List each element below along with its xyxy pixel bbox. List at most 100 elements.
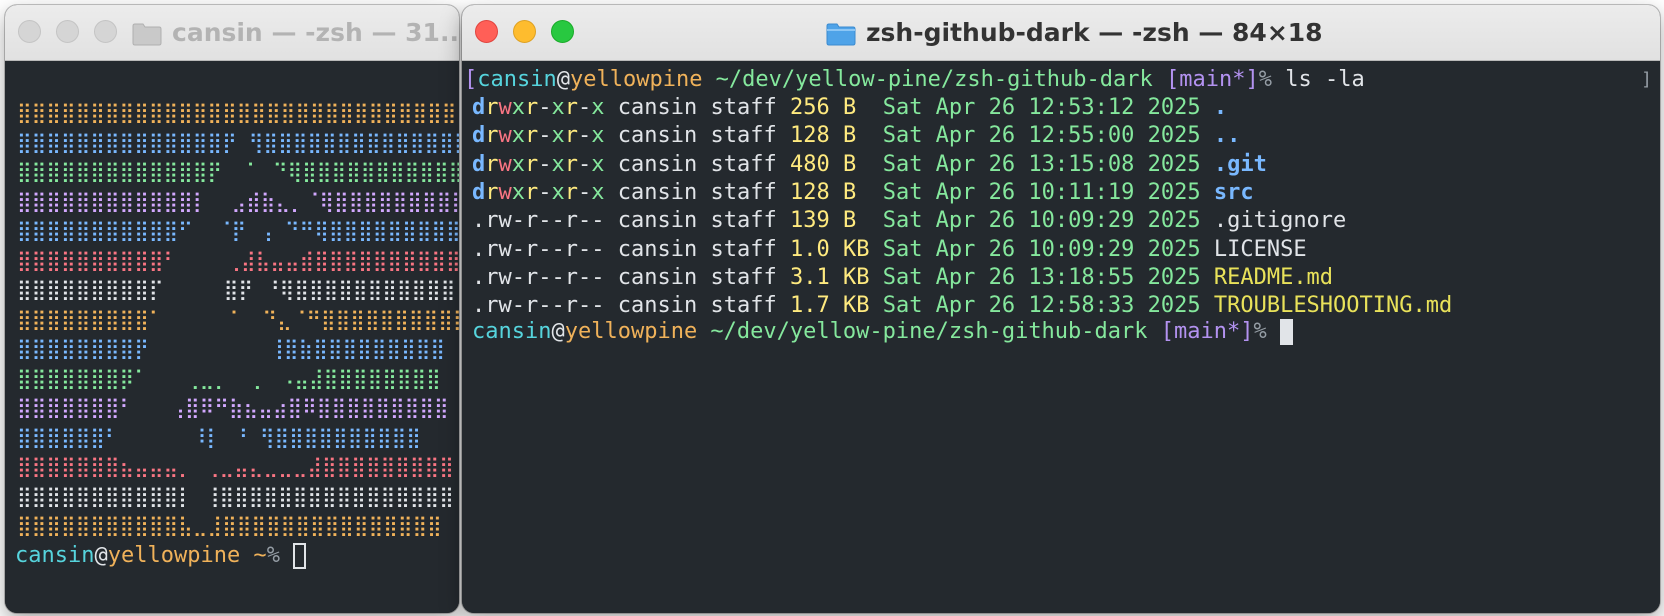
prompt-line: cansin@yellowpine ~/dev/yellow-pine/zsh-… (472, 317, 1293, 347)
ls-date: Sat Apr 26 10:09:29 2025 (882, 208, 1201, 234)
ascii-art-row: ⣿⣿⣿⣿⣿⣿⣿⣿⣿⣿⣿⣿⣿⣿⡟ ⢻⣿⣿⣿⣿⣿⣿⣿⣿⣿⣿⣿⣿⣿⣿⣿ (17, 129, 459, 154)
ls-perms: rw-r--r-- (485, 236, 605, 262)
window-title: cansin — -zsh — 31... (132, 5, 459, 60)
ls-date: Sat Apr 26 12:58:33 2025 (882, 293, 1201, 319)
terminal-content[interactable]: [cansin@yellowpine ~/dev/yellow-pine/zsh… (462, 61, 1660, 613)
ascii-art-row: ⣿⣿⣿⣿⣿⣿⣿⠃ ⢠⣿⠿⠛⣷⣦⣤⣴⣿⠿⣿⣿⣿⣿⣿⣿⣿⣿⣿ (17, 395, 449, 419)
prompt-git-status: [main*] (1160, 319, 1254, 344)
ascii-art-logo: ⣿⣿⣿⣿⣿⣿⣿⣿⣿⣿⣿⣿⣿⣿⣿⣿⣿⣿⣿⣿⣿⣿⣿⣿⣿⣿⣿⣿⣿⣿⣿⣿ ⣿⣿⣿⣿⣿⣿⣿⣿… (17, 98, 459, 541)
prompt-path: ~ (240, 543, 267, 568)
ascii-art-row: ⣿⣿⣿⣿⣿⣿⣿⣦⣤⣤⣤⡀ ⢀⣀⣤⣄⣀⣀⣀⣼⣿⣿⣿⣿⣿⣿⣿⣿⣿ (17, 454, 454, 478)
ls-size: 128 B (789, 179, 870, 205)
ls-row: drwxr-xr-x cansin staff 128 B Sat Apr 26… (472, 121, 1240, 151)
ls-date: Sat Apr 26 12:55:00 2025 (882, 123, 1201, 149)
folder-icon (826, 22, 856, 45)
left-titlebar[interactable]: cansin — -zsh — 31... (5, 5, 459, 61)
right-titlebar[interactable]: zsh-github-dark — -zsh — 84×18 (462, 5, 1660, 61)
ls-size: 480 B (789, 151, 870, 177)
ls-size: 1.0 KB (789, 236, 870, 262)
close-button[interactable] (18, 20, 41, 43)
close-button[interactable] (475, 20, 498, 43)
ls-group: staff (710, 208, 777, 234)
ls-perms: rwxr-xr-x (485, 151, 605, 177)
ls-name: README.md (1213, 264, 1334, 290)
ls-group: staff (710, 95, 777, 120)
ascii-art-row: ⣿⣿⣿⣿⣿⣿⣿⣿⣿⣿⣿⣿⣿⣿⣿⣿⣿⣿⣿⣿⣿⣿⣿⣿⣿⣿⣿⣿⣿⣿⣿⣿ (17, 100, 459, 124)
ls-date: Sat Apr 26 13:15:08 2025 (882, 151, 1201, 177)
ls-type: . (472, 208, 486, 234)
folder-icon (132, 22, 162, 45)
ls-date: Sat Apr 26 13:18:55 2025 (882, 264, 1201, 290)
ls-row: drwxr-xr-x cansin staff 128 B Sat Apr 26… (472, 178, 1254, 208)
prompt-host: yellowpine (569, 67, 703, 92)
ls-type: . (472, 264, 486, 290)
ascii-art-row: ⣿⣿⣿⣿⣿⣿⣿⣿⣿⠁ ⠈ ⠙⣄⠈⠛⣿⣿⣿⣿⣿⣿⣿⣿⣿⣿ (17, 306, 459, 331)
scroll-marker: ] (1641, 69, 1652, 90)
zoom-button[interactable] (551, 20, 574, 43)
ls-perms: rwxr-xr-x (485, 179, 605, 205)
ascii-art-row: ⣿⣿⣿⣿⣿⣿⣿⣿⣿⣿⣿⣧⣀⣸⣿⣿⣿⣿⣿⣿⣿⣿⣿⣿⣿⣿⣿⣿⣿ (17, 513, 442, 537)
ls-name: LICENSE (1213, 236, 1307, 262)
ascii-art-row: ⣿⣿⣿⣿⣿⣿⣿⣿⣿⣿⣿⣿⣿⡟ ⠁ ⠙⢿⣿⣿⣿⣿⣿⣿⣿⣿⣿⣿⣿⣿ (17, 159, 459, 183)
left-terminal-window[interactable]: cansin — -zsh — 31... ⣿⣿⣿⣿⣿⣿⣿⣿⣿⣿⣿⣿⣿⣿⣿⣿⣿⣿… (5, 5, 459, 613)
ls-row: drwxr-xr-x cansin staff 256 B Sat Apr 26… (472, 93, 1227, 123)
ascii-art-row: ⣿⣿⣿⣿⣿⣿⣿⡿⠁ ⢀⣀⡀ ⡀ ⠠⣤⣼⣿⣿⣿⣿⣿⣿⣿⣿ (17, 365, 441, 390)
ls-size: 128 B (789, 123, 870, 149)
ls-size: 256 B (789, 95, 870, 120)
ls-perms: rwxr-xr-x (485, 95, 605, 120)
ls-size: 1.7 KB (789, 293, 870, 319)
ascii-art-row: ⣿⣿⣿⣿⣿⣿⣿⣿⣿⣿⣿⠋ ⠈⡟ ⢠ ⠙⠛⢿⣿⣿⣿⣿⣿⣿⣿⣿⣿⣿ (17, 218, 459, 242)
prompt-symbol: % (1258, 67, 1286, 92)
ls-group: staff (710, 123, 777, 149)
minimize-button[interactable] (513, 20, 536, 43)
ls-size: 139 B (789, 208, 870, 234)
command-line: [cansin@yellowpine ~/dev/yellow-pine/zsh… (464, 65, 1365, 95)
prompt-symbol: % (266, 543, 294, 568)
command-text: ls -la (1285, 67, 1365, 92)
prompt-at: @ (551, 319, 565, 344)
ls-owner: cansin (617, 179, 698, 205)
zoom-button[interactable] (94, 20, 117, 43)
window-title-text: cansin — -zsh — 31... (172, 18, 459, 47)
ls-type: d (472, 123, 486, 149)
ls-date: Sat Apr 26 10:09:29 2025 (882, 236, 1201, 262)
window-title-text: zsh-github-dark — -zsh — 84×18 (866, 18, 1323, 47)
prompt-line: cansin@yellowpine ~% (15, 541, 307, 571)
prompt-path: ~/dev/yellow-pine/zsh-github-dark (702, 67, 1167, 92)
ascii-art-row: ⣿⣿⣿⣿⣿⣿⣿⣿⣿⣿⣿⡇ ⢸⣿⣿⣿⣿⣿⣿⣿⣿⣿⣿⣿⣿⣿⣿⣿⣿ (17, 483, 454, 508)
ls-owner: cansin (617, 293, 698, 319)
ls-perms: rw-r--r-- (485, 264, 605, 290)
ls-type: d (472, 95, 486, 120)
ls-owner: cansin (617, 236, 698, 262)
ls-name: src (1213, 179, 1254, 205)
prompt-host: yellowpine (564, 319, 698, 344)
ls-date: Sat Apr 26 10:11:19 2025 (882, 179, 1201, 205)
ls-name: .git (1213, 151, 1267, 177)
ls-name: .. (1213, 123, 1241, 149)
terminal-content[interactable]: ⣿⣿⣿⣿⣿⣿⣿⣿⣿⣿⣿⣿⣿⣿⣿⣿⣿⣿⣿⣿⣿⣿⣿⣿⣿⣿⣿⣿⣿⣿⣿⣿ ⣿⣿⣿⣿⣿⣿⣿⣿… (5, 61, 459, 613)
prompt-bracket: [ (464, 67, 478, 92)
ls-owner: cansin (617, 264, 698, 290)
ls-name: TROUBLESHOOTING.md (1213, 293, 1453, 319)
ls-row: drwxr-xr-x cansin staff 480 B Sat Apr 26… (472, 150, 1267, 180)
cursor (293, 543, 307, 569)
prompt-git-status: [main*] (1166, 67, 1259, 92)
ls-type: . (472, 236, 486, 262)
prompt-path: ~/dev/yellow-pine/zsh-github-dark (697, 319, 1161, 344)
ascii-art-row: ⣿⣿⣿⣿⣿⣿⣿⣿⣿⣿⣿⣿⡇ ⣠⣾⣷⣄⡀⠈⢿⣿⣿⣿⣿⣿⣿⣿⣿⣿⣿ (17, 188, 459, 213)
window-title: zsh-github-dark — -zsh — 84×18 (826, 5, 1323, 60)
ls-owner: cansin (617, 151, 698, 177)
prompt-symbol: % (1253, 319, 1280, 344)
prompt-at: @ (556, 67, 570, 92)
minimize-button[interactable] (56, 20, 79, 43)
ls-name: .gitignore (1213, 208, 1347, 234)
right-terminal-window[interactable]: zsh-github-dark — -zsh — 84×18 [cansin@y… (462, 5, 1660, 613)
cursor (1280, 319, 1293, 345)
ls-row: .rw-r--r-- cansin staff 3.1 KB Sat Apr 2… (472, 263, 1333, 293)
ls-row: .rw-r--r-- cansin staff 1.0 KB Sat Apr 2… (472, 235, 1307, 265)
prompt-user: cansin (472, 319, 552, 344)
prompt-host: yellowpine (107, 543, 241, 568)
ascii-art-row: ⣿⣿⣿⣿⣿⣿⣿⣿⣿⡏ ⣿⡟ ⠘⢿⣿⣿⣿⣿⣿⣿⣿⣿⣿⣿⣿ (17, 277, 456, 301)
ls-perms: rw-r--r-- (485, 208, 605, 234)
ls-type: d (472, 179, 486, 205)
